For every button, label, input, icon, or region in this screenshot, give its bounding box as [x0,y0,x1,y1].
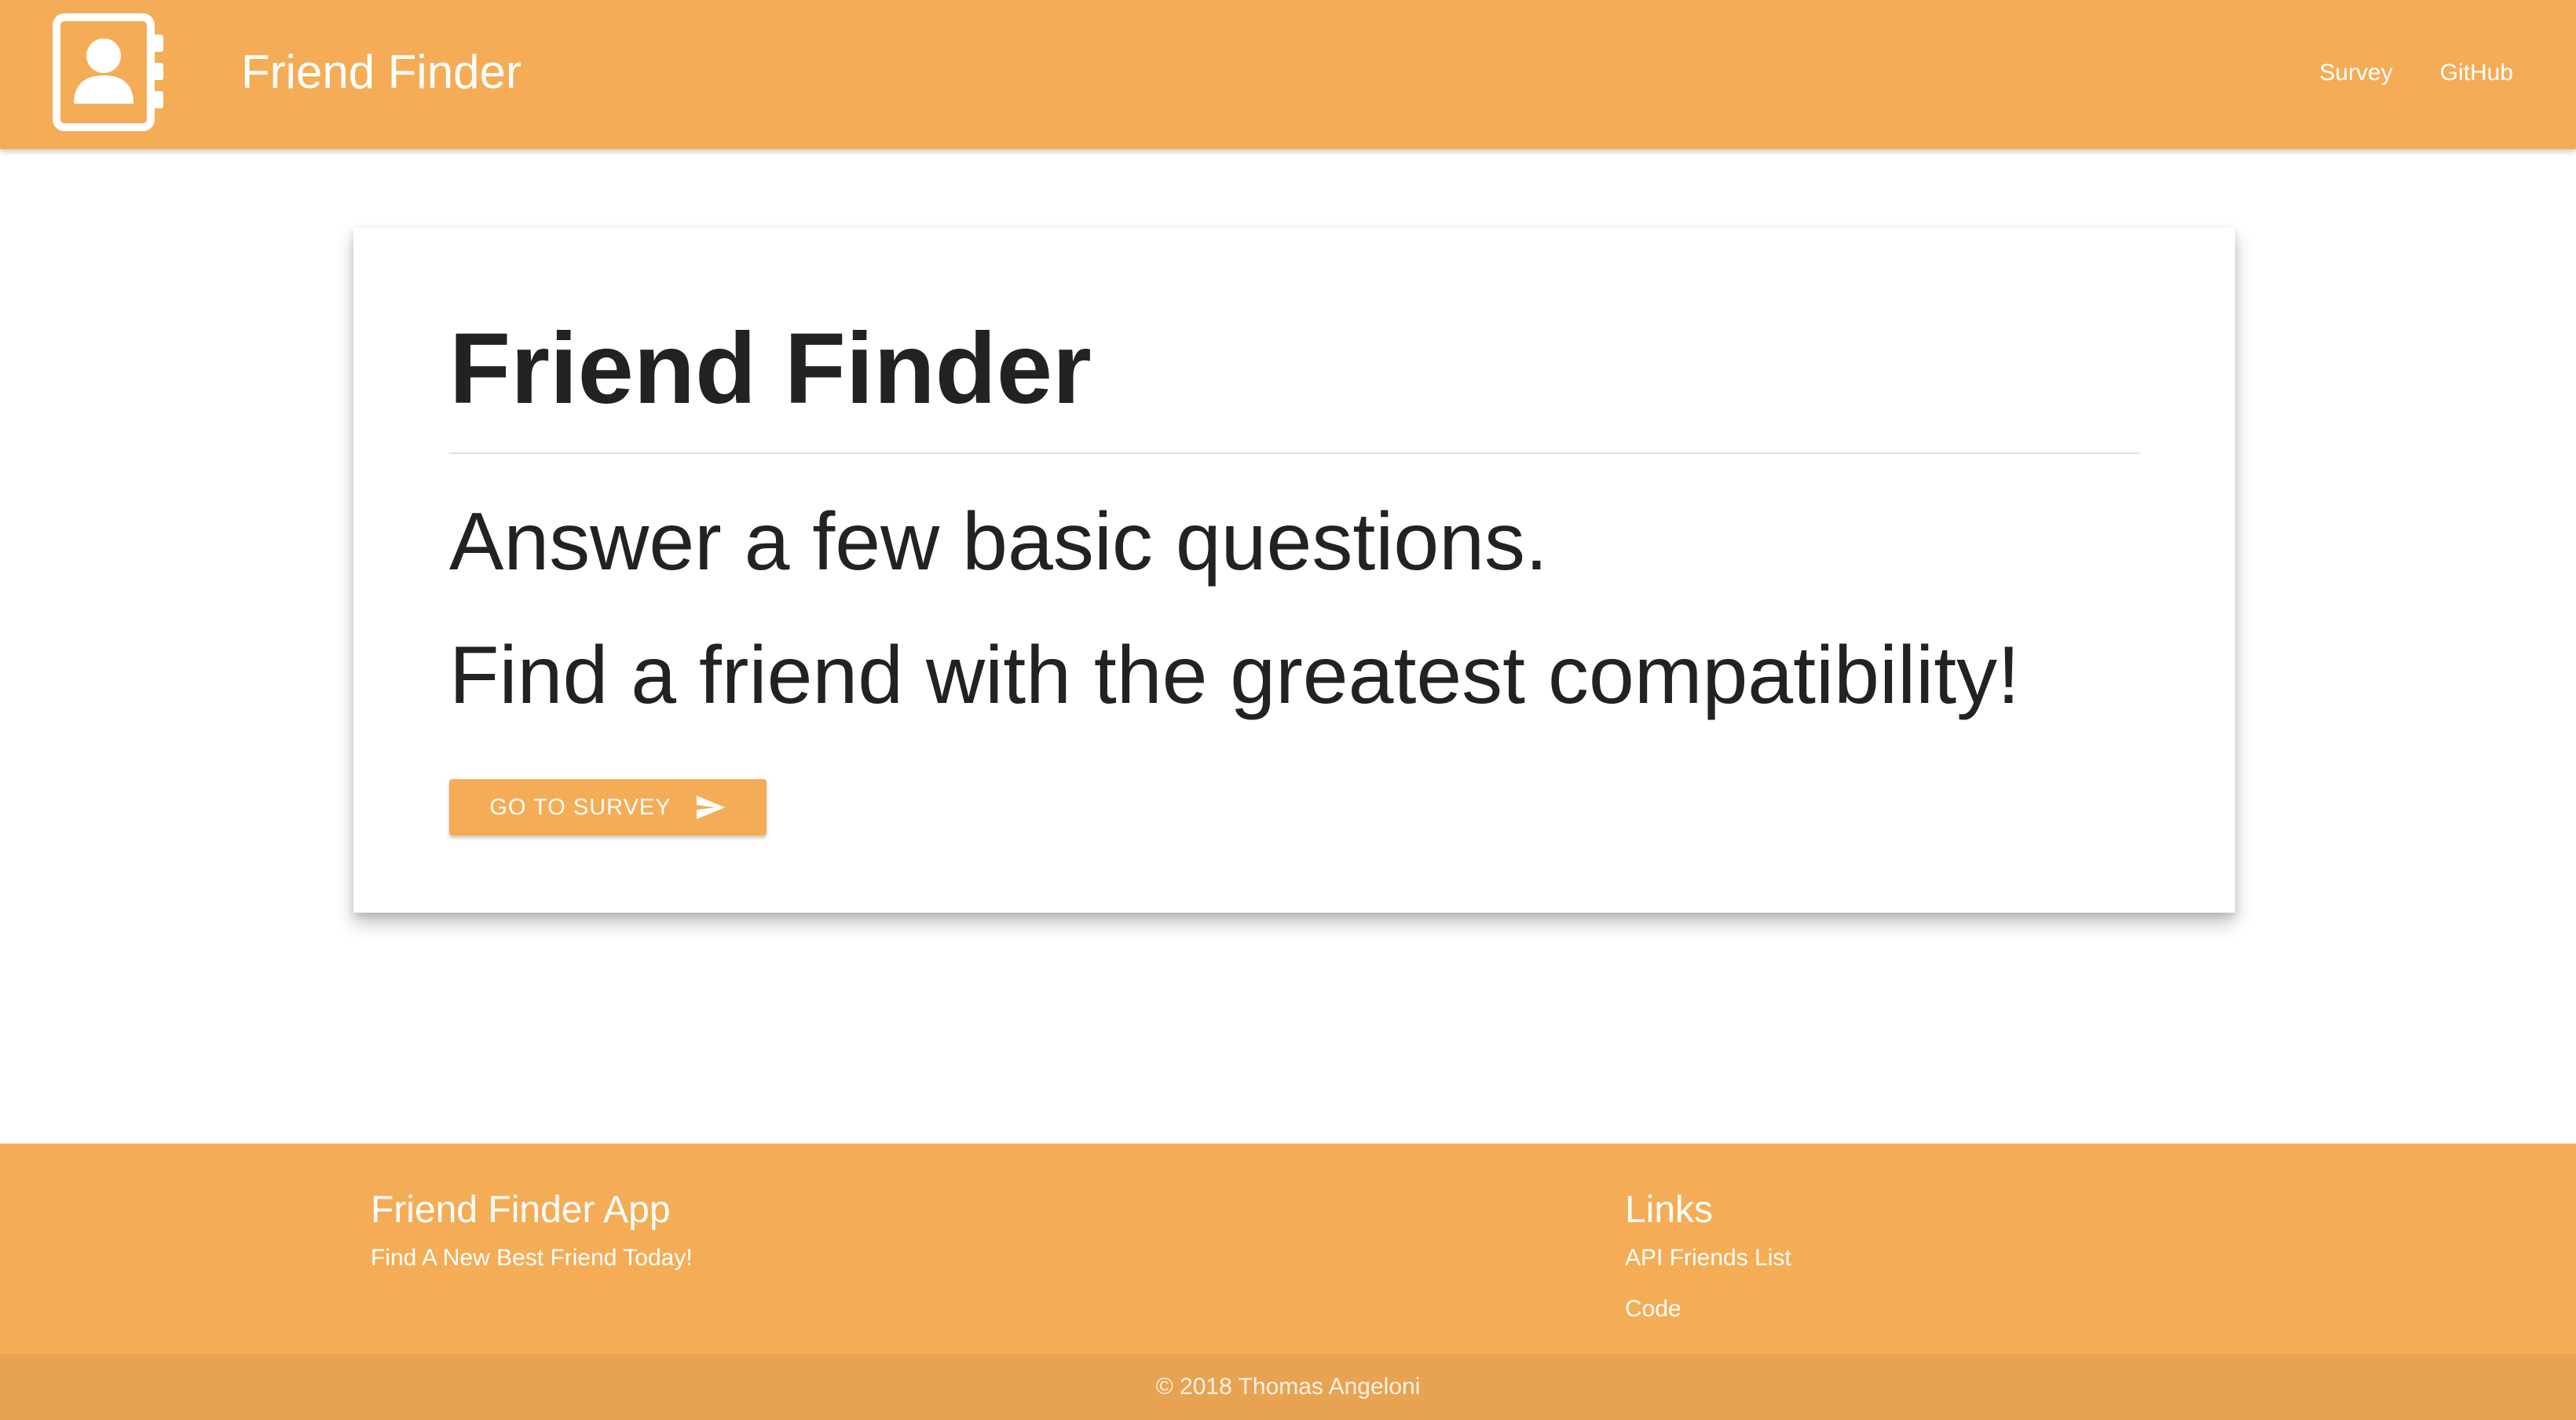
footer-copyright: © 2018 Thomas Angeloni [0,1354,2576,1420]
lead-text-1: Answer a few basic questions. [449,496,1548,587]
footer-links-list: API Friends List Code [1625,1242,1791,1329]
nav-link-github[interactable]: GitHub [2440,55,2513,91]
footer-link-code[interactable]: Code [1625,1296,1681,1322]
go-to-survey-label: GO TO SURVEY [489,794,671,820]
nav-links: Survey GitHub [2319,55,2513,91]
footer-links-heading: Links [1625,1189,1714,1231]
footer-tagline: Find A New Best Friend Today! [371,1245,693,1271]
card-title: Friend Finder [449,313,1092,425]
footer-link-api-friends-list[interactable]: API Friends List [1625,1245,1791,1271]
footer-links-section: Links API Friends List Code [1625,1186,1791,1345]
go-to-survey-button[interactable]: GO TO SURVEY [449,779,767,836]
send-icon [696,796,725,819]
contact-book-icon[interactable] [52,13,170,132]
hero-card: Friend Finder Answer a few basic questio… [353,228,2235,913]
list-item: Code [1625,1294,1791,1329]
nav-link-survey[interactable]: Survey [2319,55,2392,91]
footer: Friend Finder App Find A New Best Friend… [0,1144,2576,1354]
brand-title[interactable]: Friend Finder [241,39,521,105]
footer-about-heading: Friend Finder App [371,1189,671,1231]
list-item: API Friends List [1625,1242,1791,1278]
lead-text-2: Find a friend with the greatest compatib… [449,630,2021,721]
navbar: Friend Finder Survey GitHub [0,0,2576,149]
divider [449,452,2139,454]
footer-about: Friend Finder App Find A New Best Friend… [371,1186,693,1274]
